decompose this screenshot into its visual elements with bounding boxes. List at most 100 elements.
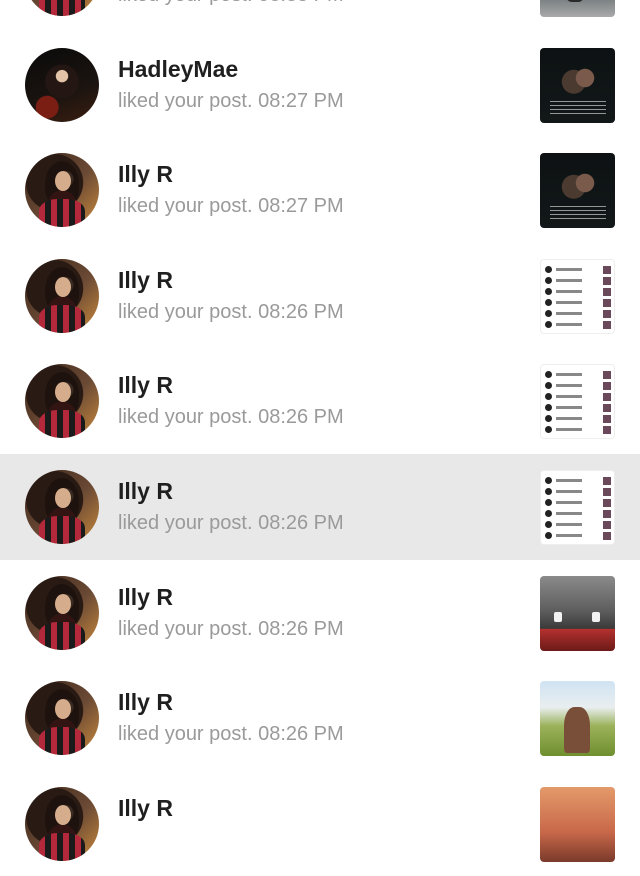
timestamp: 08:26 PM — [258, 617, 344, 640]
post-thumbnail[interactable] — [540, 47, 615, 123]
notification-row[interactable]: HadleyMae liked your post. 08:27 PM — [0, 32, 640, 138]
thumbnail-list-line — [545, 426, 611, 435]
thumbnail-dot — [545, 426, 552, 434]
thumbnail-list-line — [545, 382, 611, 391]
thumbnail-list-line — [545, 371, 611, 380]
illy-avatar[interactable] — [25, 364, 99, 439]
thumbnail-dot — [545, 487, 552, 495]
thumbnail-list-line — [545, 393, 611, 402]
illy-avatar[interactable] — [25, 575, 99, 650]
notification-row[interactable]: Illy Rliked your post. 08:33 PM — [0, 0, 640, 32]
illy-avatar[interactable] — [25, 469, 99, 544]
thumbnail-sq — [603, 520, 611, 529]
thumbnail-bar — [556, 373, 582, 377]
username[interactable]: Illy R — [118, 476, 344, 506]
illy-avatar[interactable] — [25, 0, 99, 16]
thumbnail-dot — [545, 265, 552, 273]
notification-row[interactable]: Illy Rliked your post. 08:26 PM — [0, 665, 640, 771]
avatar-shirt — [39, 727, 85, 756]
thumbnail-list-line — [545, 487, 611, 496]
post-thumbnail[interactable] — [540, 786, 615, 862]
thumbnail-bar — [556, 533, 582, 537]
thumbnail-list-line — [545, 320, 611, 329]
post-thumbnail[interactable] — [540, 153, 615, 229]
action-text: liked your post. — [118, 511, 253, 534]
notification-row[interactable]: Illy Rliked your post. 08:26 PM — [0, 453, 640, 560]
notification-text: Illy Rliked your post. 08:26 PM — [118, 370, 344, 432]
thumbnail-bar — [556, 278, 582, 282]
illy-avatar[interactable] — [25, 681, 99, 756]
username[interactable]: Illy R — [118, 582, 344, 612]
thumbnail-dot — [545, 520, 552, 528]
notification-row[interactable]: Illy Rliked your post. 08:26 PM — [0, 243, 640, 349]
avatar-face — [55, 276, 71, 297]
thumbnail-sq — [603, 276, 611, 285]
action-text: liked your post. — [118, 195, 253, 218]
thumbnail-bar — [556, 522, 582, 526]
thumbnail-list-line — [545, 265, 611, 274]
notification-action: liked your post. 08:26 PM — [118, 719, 344, 749]
notification-row[interactable]: Illy Rliked your post. 08:27 PM — [0, 137, 640, 243]
post-thumbnail[interactable] — [540, 0, 615, 17]
thumbnail-bar — [556, 489, 582, 493]
avatar-face — [55, 487, 71, 508]
thumbnail-dot — [545, 509, 552, 517]
thumbnail-bar — [556, 417, 582, 421]
timestamp: 08:26 PM — [258, 723, 344, 746]
notification-action: liked your post. 08:33 PM — [118, 0, 344, 10]
thumbnail-bar — [556, 478, 582, 482]
thumbnail-list-line — [545, 498, 611, 507]
notification-text: Illy R — [118, 793, 173, 825]
notification-text: Illy Rliked your post. 08:26 PM — [118, 265, 344, 327]
thumbnail-dot — [545, 287, 552, 295]
notification-action: liked your post. 08:26 PM — [118, 297, 344, 327]
thumbnail-bar — [556, 428, 582, 432]
thumbnail-dot — [545, 309, 552, 317]
username[interactable]: Illy R — [118, 265, 344, 295]
thumbnail-sq — [603, 320, 611, 329]
thumbnail-sq — [603, 509, 611, 518]
username[interactable]: HadleyMae — [118, 54, 344, 84]
username[interactable]: Illy R — [118, 687, 344, 717]
thumbnail-bar — [556, 300, 582, 304]
notification-action: liked your post. 08:26 PM — [118, 402, 344, 432]
thumbnail-list-line — [545, 520, 611, 529]
thumbnail-list-line — [545, 287, 611, 296]
notification-text: Illy Rliked your post. 08:26 PM — [118, 476, 344, 538]
notification-text: Illy Rliked your post. 08:26 PM — [118, 687, 344, 749]
illy-avatar[interactable] — [25, 786, 99, 861]
notification-row[interactable]: Illy R — [0, 771, 640, 876]
thumbnail-dot — [545, 476, 552, 484]
thumbnail-sq — [603, 393, 611, 402]
thumbnail-dot — [545, 276, 552, 284]
illy-avatar[interactable] — [25, 258, 99, 333]
thumbnail-sq — [603, 309, 611, 318]
notification-text: HadleyMae liked your post. 08:27 PM — [118, 54, 344, 116]
post-thumbnail[interactable] — [540, 681, 615, 757]
timestamp: 08:26 PM — [258, 300, 344, 323]
avatar-shirt — [39, 304, 85, 333]
avatar-shirt — [39, 199, 85, 228]
illy-avatar[interactable] — [25, 153, 99, 228]
thumbnail-dot — [545, 371, 552, 379]
username[interactable]: Illy R — [118, 159, 344, 189]
thumbnail-bar — [556, 322, 582, 326]
thumbnail-list-line — [545, 404, 611, 413]
username[interactable]: Illy R — [118, 793, 173, 823]
post-thumbnail[interactable] — [540, 364, 615, 440]
thumbnail-bar — [556, 267, 582, 271]
thumbnail-sq — [603, 265, 611, 274]
thumbnail-bar — [556, 500, 582, 504]
post-thumbnail[interactable] — [540, 575, 615, 651]
hadleymae-avatar[interactable] — [25, 47, 99, 122]
thumbnail-sq — [603, 287, 611, 296]
notification-row[interactable]: Illy Rliked your post. 08:26 PM — [0, 560, 640, 666]
post-thumbnail[interactable] — [540, 469, 615, 545]
notification-row[interactable]: Illy Rliked your post. 08:26 PM — [0, 348, 640, 454]
username[interactable]: Illy R — [118, 370, 344, 400]
post-thumbnail[interactable] — [540, 258, 615, 334]
notification-action: liked your post. 08:26 PM — [118, 614, 344, 644]
thumbnail-dot — [545, 382, 552, 390]
thumbnail-bar — [556, 511, 582, 515]
thumbnail-list-line — [545, 298, 611, 307]
